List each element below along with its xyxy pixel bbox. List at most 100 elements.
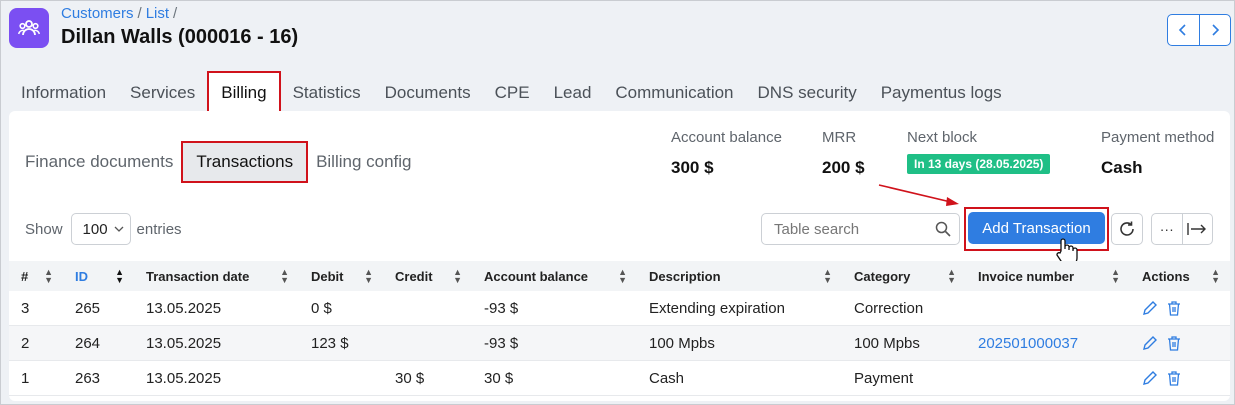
- column-header-number[interactable]: # ▲ ▼: [9, 261, 63, 291]
- cell-actions: [1130, 291, 1230, 325]
- edit-pencil-icon[interactable]: [1142, 335, 1158, 351]
- table-search-input[interactable]: Table search: [761, 213, 960, 245]
- table-row[interactable]: 1 263 13.05.2025 30 $ 30 $ Cash Payment: [9, 361, 1230, 396]
- cell-invoice-number[interactable]: [966, 291, 1130, 325]
- cell-number: 2: [21, 334, 30, 352]
- tab-dns-security[interactable]: DNS security: [746, 71, 869, 115]
- billing-card: Finance documents Transactions Billing c…: [9, 111, 1230, 401]
- tab-lead[interactable]: Lead: [542, 71, 604, 115]
- cell-category: 100 Mpbs: [854, 334, 920, 352]
- refresh-icon: [1120, 221, 1134, 236]
- chevron-right-icon: [1212, 24, 1219, 36]
- sort-icon: ▲ ▼: [1211, 267, 1220, 285]
- chevron-down-icon: [114, 226, 124, 232]
- highlight-arrow-icon: [878, 184, 959, 206]
- refresh-button[interactable]: [1111, 213, 1143, 245]
- search-icon: [935, 221, 951, 237]
- column-header-description[interactable]: Description ▲ ▼: [637, 261, 842, 291]
- next-block-badge: In 13 days (28.05.2025): [907, 154, 1051, 174]
- sort-icon: ▲ ▼: [1111, 267, 1120, 285]
- breadcrumb-separator: /: [173, 5, 178, 22]
- app-window: Customers / List / Dillan Walls (000016 - 1…: [0, 0, 1235, 405]
- sort-icon: ▲ ▼: [453, 267, 462, 285]
- tab-communication[interactable]: Communication: [603, 71, 745, 115]
- cell-account-balance: 30 $: [484, 369, 514, 387]
- sort-icon: ▲ ▼: [947, 267, 956, 285]
- subtab-finance-documents[interactable]: Finance documents: [25, 152, 173, 172]
- delete-trash-icon[interactable]: [1166, 335, 1182, 351]
- breadcrumb-customers[interactable]: Customers: [61, 5, 134, 22]
- column-header-debit[interactable]: Debit ▲ ▼: [299, 261, 383, 291]
- chevron-left-icon: [1179, 24, 1186, 36]
- column-header-invoice-number[interactable]: Invoice number ▲ ▼: [966, 261, 1130, 291]
- sort-icon: ▲ ▼: [115, 267, 124, 285]
- edit-pencil-icon[interactable]: [1142, 370, 1158, 386]
- page-title: Dillan Walls (000016 - 16): [61, 26, 299, 48]
- tab-statistics[interactable]: Statistics: [281, 71, 373, 115]
- add-transaction-button[interactable]: Add Transaction: [968, 212, 1105, 244]
- subtab-billing-config[interactable]: Billing config: [316, 152, 411, 172]
- cell-credit: 30 $: [395, 369, 425, 387]
- tab-information[interactable]: Information: [9, 71, 118, 115]
- table-row[interactable]: 3 265 13.05.2025 0 $ -93 $ Extending exp…: [9, 291, 1230, 326]
- cell-actions: [1130, 326, 1230, 360]
- column-header-transaction-date[interactable]: Transaction date ▲ ▼: [134, 261, 299, 291]
- column-header-category[interactable]: Category ▲ ▼: [842, 261, 966, 291]
- previous-record-button[interactable]: [1168, 15, 1200, 45]
- breadcrumb-list[interactable]: List: [146, 5, 169, 22]
- subtab-transactions[interactable]: Transactions: [181, 141, 309, 183]
- cell-description: Cash: [649, 369, 685, 387]
- tab-billing[interactable]: Billing: [207, 71, 281, 115]
- cell-actions: [1130, 361, 1230, 395]
- cell-date: 13.05.2025: [146, 299, 222, 317]
- cell-credit: [383, 291, 472, 325]
- cell-id: 263: [75, 369, 101, 387]
- entries-control: Show 100 entries: [25, 213, 182, 245]
- next-block-stat: Next block In 13 days (28.05.2025): [907, 129, 1051, 174]
- payment-method-label: Payment method: [1101, 129, 1215, 146]
- column-header-account-balance[interactable]: Account balance ▲ ▼: [472, 261, 637, 291]
- next-record-button[interactable]: [1200, 15, 1231, 45]
- tab-services[interactable]: Services: [118, 71, 207, 115]
- cell-account-balance: -93 $: [484, 299, 519, 317]
- sort-icon: ▲ ▼: [280, 267, 289, 285]
- tab-documents[interactable]: Documents: [373, 71, 483, 115]
- column-header-actions[interactable]: Actions ▲ ▼: [1130, 261, 1230, 291]
- cell-invoice-number[interactable]: [966, 361, 1130, 395]
- mrr-value: 200 $: [822, 158, 865, 177]
- delete-trash-icon[interactable]: [1166, 370, 1182, 386]
- cell-date: 13.05.2025: [146, 369, 222, 387]
- table-row[interactable]: 2 264 13.05.2025 123 $ -93 $ 100 Mpbs 10…: [9, 326, 1230, 361]
- expand-columns-button[interactable]: [1183, 214, 1213, 244]
- payment-method-stat: Payment method Cash: [1101, 129, 1214, 178]
- cell-category: Payment: [854, 369, 914, 387]
- customers-app-icon[interactable]: [9, 8, 49, 48]
- account-balance-stat: Account balance 300 $: [671, 129, 782, 178]
- cell-category: Correction: [854, 299, 924, 317]
- entries-value: 100: [82, 220, 108, 238]
- mrr-label: MRR: [822, 129, 857, 146]
- cell-debit: [299, 361, 383, 395]
- delete-trash-icon[interactable]: [1166, 300, 1182, 316]
- more-options-button[interactable]: ···: [1152, 214, 1183, 244]
- breadcrumb-separator: /: [137, 5, 142, 22]
- edit-pencil-icon[interactable]: [1142, 300, 1158, 316]
- tab-cpe[interactable]: CPE: [483, 71, 542, 115]
- account-balance-value: 300 $: [671, 158, 714, 177]
- payment-method-value: Cash: [1101, 158, 1143, 177]
- record-navigation: [1167, 14, 1231, 46]
- sort-icon: ▲ ▼: [44, 267, 53, 285]
- column-header-credit[interactable]: Credit ▲ ▼: [383, 261, 472, 291]
- entries-label: entries: [136, 220, 182, 238]
- entries-select[interactable]: 100: [70, 213, 131, 245]
- search-placeholder: Table search: [774, 220, 860, 238]
- cell-invoice-number[interactable]: 202501000037: [966, 326, 1130, 360]
- account-balance-label: Account balance: [671, 129, 782, 146]
- column-header-id[interactable]: ID ▲ ▼: [63, 261, 134, 291]
- cell-id: 264: [75, 334, 101, 352]
- cell-number: 3: [21, 299, 30, 317]
- customer-tabs: Information Services Billing Statistics …: [9, 71, 1014, 115]
- show-label: Show: [25, 220, 63, 238]
- cell-debit: 123 $: [311, 334, 349, 352]
- tab-paymentus-logs[interactable]: Paymentus logs: [869, 71, 1014, 115]
